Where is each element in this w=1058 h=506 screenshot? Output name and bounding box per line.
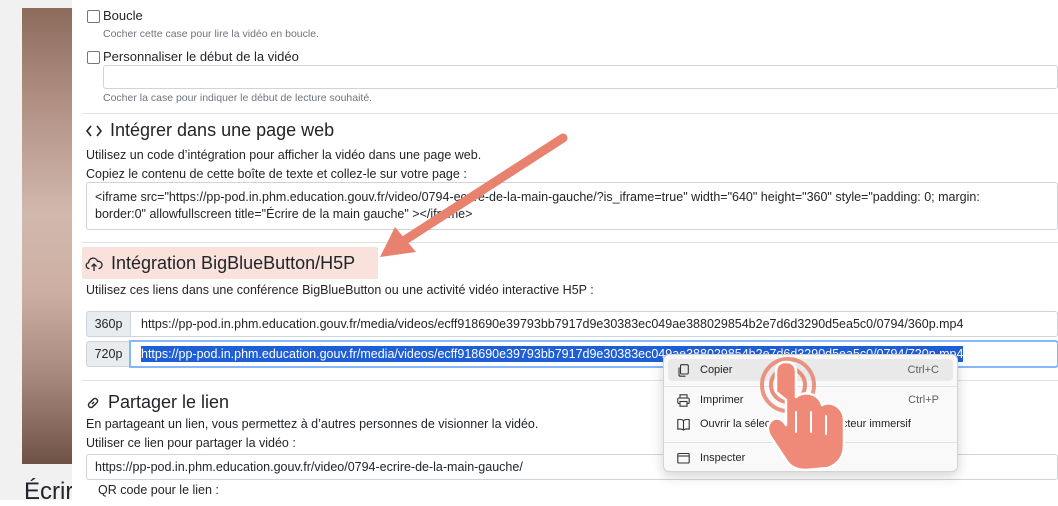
video-title: Écrir [24,478,74,505]
menu-item-label: Imprimer [700,394,744,406]
menu-item-label: Ouvrir la sélection dans le Lecteur imme… [700,418,911,430]
context-menu: Copier Ctrl+C Imprimer Ctrl+P Ouvrir la … [663,354,958,472]
share-description: En partageant un lien, vous permettez à … [86,417,539,431]
bbb-heading: Intégration BigBlueButton/H5P [85,253,355,274]
embed-code-line: border:0" allowfullscreen title="Écrire … [95,207,473,221]
menu-item-shortcut: Ctrl+C [907,364,939,376]
menu-item-immersive-reader[interactable]: Ouvrir la sélection dans le Lecteur imme… [668,413,953,435]
embed-code-textarea[interactable]: <iframe src="https://pp-pod.in.phm.educa… [86,182,1058,230]
menu-item-print[interactable]: Imprimer Ctrl+P [668,389,953,411]
code-icon [86,125,102,136]
print-icon [676,393,690,407]
share-heading: Partager le lien [86,392,229,413]
menu-item-copy[interactable]: Copier Ctrl+C [668,359,953,381]
embed-heading: Intégrer dans une page web [86,120,334,141]
quality-label: 720p [86,341,130,367]
menu-separator [664,386,957,387]
immersive-reader-icon [676,417,690,431]
inspect-icon [676,451,690,465]
menu-item-inspect[interactable]: Inspecter [668,447,953,469]
menu-item-label: Inspecter [700,452,746,464]
loop-help: Cocher cette case pour lire la vidéo en … [103,28,319,40]
custom-start-input[interactable] [103,65,1058,89]
link-icon [87,397,99,408]
embed-code-line: <iframe src="https://pp-pod.in.phm.educa… [95,190,980,204]
loop-label: Boucle [103,8,143,23]
share-heading-text: Partager le lien [108,392,230,412]
link-360p-group: 360p https://pp-pod.in.phm.education.gou… [86,311,1058,337]
qr-code-label: QR code pour le lien : [98,483,219,497]
bbb-heading-text: Intégration BigBlueButton/H5P [111,253,356,273]
loop-checkbox[interactable] [87,10,100,23]
quality-label: 360p [86,311,130,337]
divider [82,113,1058,114]
custom-start-help: Cocher la case pour indiquer le début de… [103,92,373,104]
menu-separator [664,442,957,443]
embed-instruction: Copiez le contenu de cette boîte de text… [86,167,467,181]
link-360p-input[interactable]: https://pp-pod.in.phm.education.gouv.fr/… [130,311,1058,337]
embed-description: Utilisez un code d’intégration pour affi… [86,148,482,162]
custom-start-checkbox[interactable] [87,51,100,64]
copy-icon [676,363,690,377]
embed-heading-text: Intégrer dans une page web [110,120,335,140]
bbb-description: Utilisez ces liens dans une conférence B… [86,283,594,297]
custom-start-label: Personnaliser le début de la vidéo [103,49,299,64]
share-use-label: Utiliser ce lien pour partager la vidéo … [86,436,296,450]
cloud-upload-icon [85,257,103,271]
menu-item-label: Copier [700,364,733,376]
video-player[interactable] [22,8,72,464]
menu-item-shortcut: Ctrl+P [908,394,939,406]
divider [82,242,1058,243]
